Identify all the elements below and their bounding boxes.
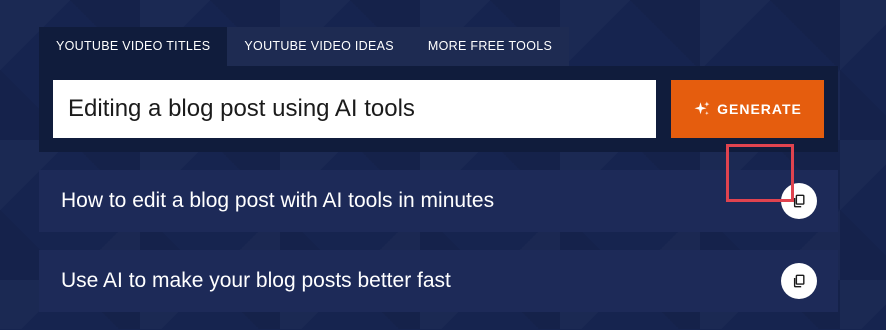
tab-youtube-video-ideas[interactable]: YOUTUBE VIDEO IDEAS	[227, 27, 411, 66]
search-panel: GENERATE	[39, 66, 838, 152]
results-list: How to edit a blog post with AI tools in…	[39, 170, 838, 312]
copy-icon	[793, 274, 805, 288]
tab-more-free-tools[interactable]: MORE FREE TOOLS	[410, 27, 570, 66]
generate-label: GENERATE	[717, 101, 802, 117]
copy-icon	[793, 194, 805, 208]
tool-tabs: YOUTUBE VIDEO TITLES YOUTUBE VIDEO IDEAS…	[39, 27, 838, 66]
tab-youtube-video-titles[interactable]: YOUTUBE VIDEO TITLES	[39, 27, 228, 66]
result-item: Use AI to make your blog posts better fa…	[39, 250, 838, 312]
sparkle-icon	[694, 101, 710, 115]
generate-button[interactable]: GENERATE	[671, 80, 824, 138]
result-title: Use AI to make your blog posts better fa…	[61, 269, 451, 292]
copy-button[interactable]	[781, 263, 817, 299]
result-item: How to edit a blog post with AI tools in…	[39, 170, 838, 232]
result-title: How to edit a blog post with AI tools in…	[61, 189, 495, 212]
copy-button[interactable]	[781, 183, 817, 219]
title-generator-widget: YOUTUBE VIDEO TITLES YOUTUBE VIDEO IDEAS…	[39, 27, 838, 330]
topic-input[interactable]	[53, 80, 656, 138]
